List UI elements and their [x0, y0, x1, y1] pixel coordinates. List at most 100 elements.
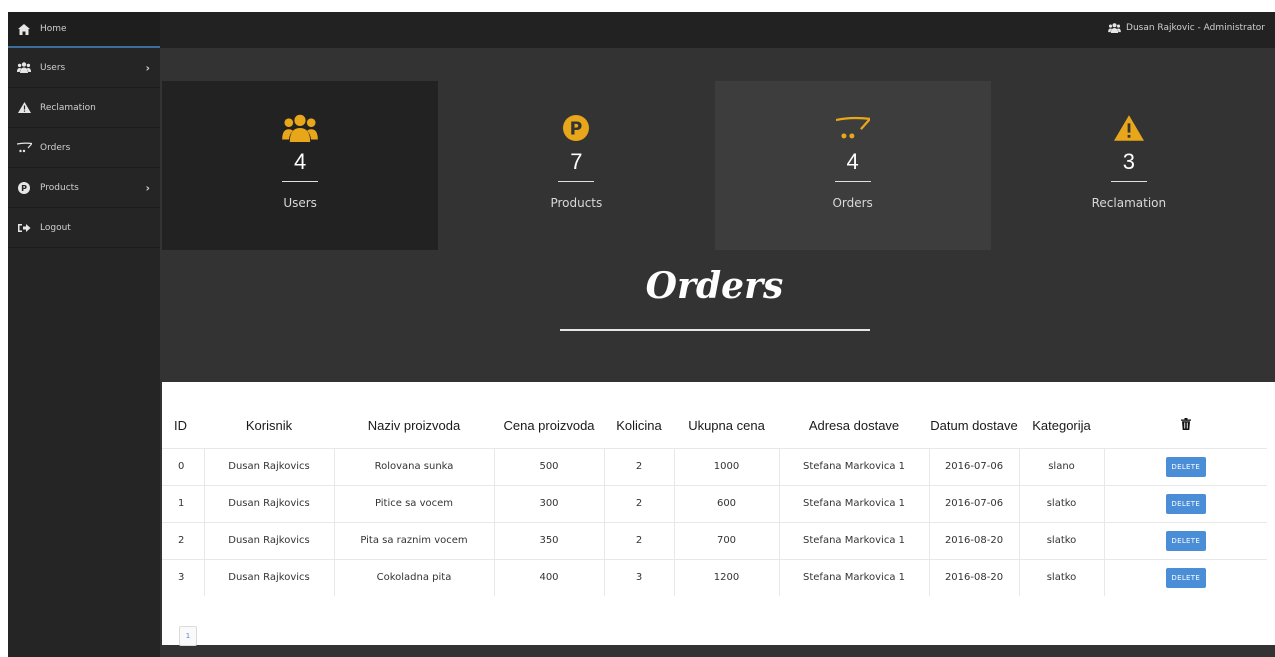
stat-value: 4 — [294, 149, 307, 174]
stat-label: Users — [283, 196, 317, 210]
cell-actions: DELETE — [1103, 484, 1267, 522]
cell-cena: 500 — [493, 447, 604, 485]
users-icon — [16, 61, 32, 75]
delete-button[interactable]: DELETE — [1165, 493, 1206, 514]
sidebar-item-label: Home — [40, 24, 67, 34]
cell-id: 0 — [162, 447, 204, 485]
svg-text:P: P — [21, 184, 27, 193]
users-icon — [282, 113, 318, 143]
stat-divider — [282, 181, 319, 182]
cell-actions: DELETE — [1103, 521, 1267, 559]
column-header: Datum dostave — [930, 417, 1018, 433]
cell-cena: 300 — [493, 484, 604, 522]
cell-ukupna: 1000 — [673, 447, 779, 485]
cell-datum: 2016-08-20 — [928, 521, 1019, 559]
cell-id: 2 — [162, 521, 204, 559]
sidebar-item-label: Logout — [40, 222, 71, 233]
cell-naziv: Pitice sa vocem — [333, 484, 494, 522]
cell-kategorija: slano — [1018, 447, 1104, 485]
column-header-delete — [1104, 404, 1267, 448]
table-row: 1 Dusan Rajkovics Pitice sa vocem 300 2 … — [162, 484, 1267, 522]
stat-divider — [558, 181, 595, 182]
sidebar-item-reclamation[interactable]: Reclamation — [8, 88, 160, 128]
product-icon: P — [563, 113, 590, 143]
column-header: Kategorija — [1032, 417, 1091, 433]
cell-cena: 400 — [493, 558, 604, 596]
column-header: Ukupna cena — [688, 417, 765, 433]
user-name: Dusan Rajkovic - Administrator — [1126, 23, 1265, 33]
cell-adresa: Stefana Markovica 1 — [778, 447, 929, 485]
chevron-right-icon: › — [145, 61, 150, 74]
delete-button[interactable]: DELETE — [1165, 456, 1206, 477]
stat-divider — [1110, 181, 1147, 182]
user-menu[interactable]: Dusan Rajkovic - Administrator — [1108, 23, 1265, 33]
cart-icon — [835, 113, 870, 143]
warning-icon — [1113, 113, 1144, 143]
stat-value: 3 — [1122, 149, 1135, 174]
stat-label: Products — [550, 196, 603, 210]
cell-ukupna: 1200 — [673, 558, 779, 596]
title-divider — [560, 329, 870, 331]
sidebar-item-users[interactable]: Users › — [8, 48, 160, 88]
table-header-row: ID Korisnik Naziv proizvoda Cena proizvo… — [162, 404, 1267, 448]
cell-id: 1 — [162, 484, 204, 522]
logout-icon — [16, 221, 32, 235]
stat-card-reclamation[interactable]: 3 Reclamation — [990, 81, 1267, 250]
cell-naziv: Cokoladna pita — [333, 558, 494, 596]
cell-id: 3 — [162, 558, 204, 596]
cell-adresa: Stefana Markovica 1 — [778, 484, 929, 522]
stat-card-products[interactable]: P 7 Products — [438, 81, 715, 250]
column-header: Korisnik — [245, 417, 293, 433]
sidebar-item-label: Users — [40, 62, 66, 73]
orders-table: ID Korisnik Naziv proizvoda Cena proizvo… — [162, 404, 1267, 596]
cell-korisnik: Dusan Rajkovics — [203, 521, 334, 559]
cell-datum: 2016-08-20 — [928, 558, 1019, 596]
sidebar-item-label: Products — [40, 182, 79, 193]
cell-korisnik: Dusan Rajkovics — [203, 484, 334, 522]
cart-icon — [16, 141, 32, 155]
cell-korisnik: Dusan Rajkovics — [203, 447, 334, 485]
table-row: 2 Dusan Rajkovics Pita sa raznim vocem 3… — [162, 521, 1267, 559]
stat-card-users[interactable]: 4 Users — [162, 81, 439, 250]
pagination-page-1[interactable]: 1 — [179, 626, 197, 646]
sidebar-item-orders[interactable]: Orders — [8, 128, 160, 168]
sidebar-item-label: Orders — [40, 142, 71, 153]
cell-ukupna: 600 — [673, 484, 779, 522]
trash-icon — [1180, 417, 1191, 433]
stat-label: Orders — [832, 196, 873, 210]
product-icon: P — [16, 181, 32, 195]
cell-naziv: Rolovana sunka — [333, 447, 494, 485]
stat-card-orders[interactable]: 4 Orders — [714, 81, 991, 250]
cell-actions: DELETE — [1103, 447, 1267, 485]
cell-kolicina: 2 — [603, 521, 674, 559]
cell-kategorija: slatko — [1018, 484, 1104, 522]
column-header: Naziv proizvoda — [367, 417, 461, 433]
cell-adresa: Stefana Markovica 1 — [778, 558, 929, 596]
delete-button[interactable]: DELETE — [1165, 530, 1206, 551]
table-row: 3 Dusan Rajkovics Cokoladna pita 400 3 1… — [162, 558, 1267, 596]
warning-icon — [16, 101, 32, 115]
stat-value: 4 — [846, 149, 859, 174]
stat-divider — [834, 181, 871, 182]
cell-cena: 350 — [493, 521, 604, 559]
column-header: Cena proizvoda — [503, 417, 595, 433]
cell-kolicina: 3 — [603, 558, 674, 596]
cell-actions: DELETE — [1103, 558, 1267, 596]
sidebar-item-home[interactable]: Home — [8, 12, 160, 48]
cell-korisnik: Dusan Rajkovics — [203, 558, 334, 596]
column-header: Adresa dostave — [808, 417, 900, 433]
sidebar-item-logout[interactable]: Logout — [8, 208, 160, 248]
cell-naziv: Pita sa raznim vocem — [333, 521, 494, 559]
users-icon — [1108, 23, 1121, 33]
sidebar-item-label: Reclamation — [40, 102, 96, 113]
orders-panel: ID Korisnik Naziv proizvoda Cena proizvo… — [162, 382, 1275, 646]
chevron-right-icon: › — [145, 181, 150, 194]
cell-adresa: Stefana Markovica 1 — [778, 521, 929, 559]
svg-text:P: P — [570, 120, 583, 140]
column-header: ID — [174, 417, 187, 433]
delete-button[interactable]: DELETE — [1165, 567, 1206, 588]
cell-kategorija: slatko — [1018, 521, 1104, 559]
sidebar-item-products[interactable]: P Products › — [8, 168, 160, 208]
stats-cards: 4 Users P 7 Products 4 Orders 3 Reclamat… — [162, 81, 1267, 250]
sidebar: Home Users › Reclamation Orders P Produc… — [8, 12, 160, 657]
